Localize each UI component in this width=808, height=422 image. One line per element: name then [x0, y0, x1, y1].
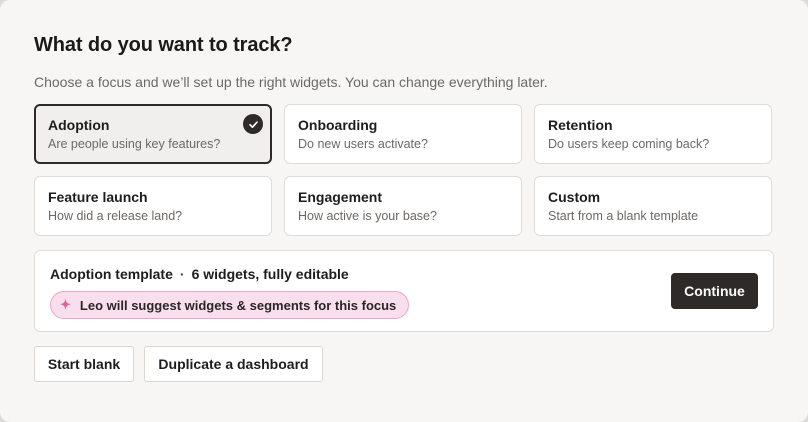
- sparkle-icon: ✦: [60, 297, 71, 312]
- template-detail: 6 widgets, fully editable: [191, 266, 349, 282]
- dialog-subtitle: Choose a focus and we’ll set up the righ…: [34, 74, 548, 90]
- leo-suggestion-badge: ✦ Leo will suggest widgets & segments fo…: [50, 291, 410, 319]
- focus-option-title: Feature launch: [48, 189, 148, 205]
- template-name: Adoption template: [50, 266, 173, 282]
- focus-option-description: How did a release land?: [48, 209, 183, 223]
- focus-option-description: Start from a blank template: [548, 209, 699, 223]
- focus-option-title: Adoption: [48, 117, 110, 133]
- focus-options-grid: Adoption Are people using key features? …: [34, 104, 772, 236]
- focus-option-description: How active is your base?: [298, 209, 437, 223]
- template-summary-panel: Adoption template · 6 widgets, fully edita…: [34, 250, 774, 332]
- focus-option-feature-launch[interactable]: Feature launch How did a release land?: [34, 176, 272, 236]
- template-summary-title: Adoption template · 6 widgets, fully edita…: [50, 266, 349, 282]
- focus-option-description: Do users keep coming back?: [548, 137, 710, 151]
- track-focus-dialog: What do you want to track? Choose a focu…: [0, 0, 808, 422]
- leo-suggestion-text: Leo will suggest widgets & segments for …: [79, 297, 397, 313]
- focus-option-onboarding[interactable]: Onboarding Do new users activate?: [284, 104, 522, 164]
- focus-option-engagement[interactable]: Engagement How active is your base?: [284, 176, 522, 236]
- duplicate-dashboard-button[interactable]: Duplicate a dashboard: [144, 346, 323, 382]
- focus-option-retention[interactable]: Retention Do users keep coming back?: [534, 104, 772, 164]
- focus-option-adoption[interactable]: Adoption Are people using key features?: [34, 104, 272, 164]
- focus-option-title: Engagement: [298, 189, 383, 205]
- focus-option-description: Are people using key features?: [48, 137, 221, 151]
- separator: ·: [179, 266, 185, 282]
- focus-option-custom[interactable]: Custom Start from a blank template: [534, 176, 772, 236]
- focus-option-title: Custom: [548, 189, 601, 205]
- focus-option-title: Onboarding: [298, 117, 378, 133]
- dialog-title: What do you want to track?: [34, 34, 293, 56]
- continue-button[interactable]: Continue: [671, 273, 758, 309]
- start-blank-button[interactable]: Start blank: [34, 346, 134, 382]
- check-icon: [243, 114, 263, 134]
- focus-option-title: Retention: [548, 117, 613, 133]
- focus-option-description: Do new users activate?: [298, 137, 428, 151]
